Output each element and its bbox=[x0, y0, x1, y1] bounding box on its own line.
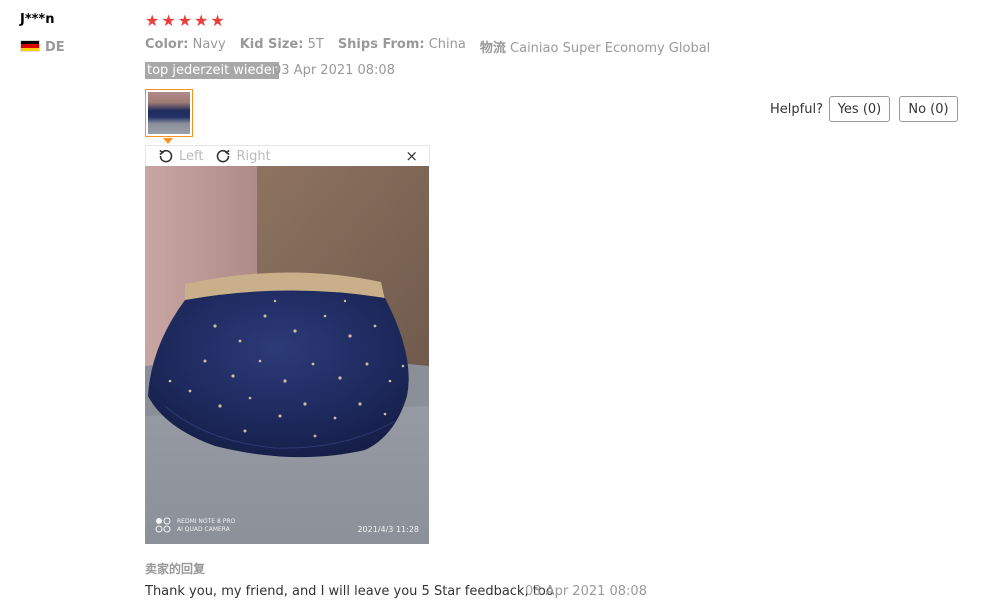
helpful-label: Helpful? bbox=[770, 102, 823, 117]
rotate-left-label: Left bbox=[179, 148, 204, 164]
star-icon: ★ bbox=[210, 11, 225, 30]
seller-reply-heading: 卖家的回复 bbox=[145, 562, 206, 576]
reviewer-name: J***n bbox=[20, 12, 55, 27]
seller-reply-date: 03 Apr 2021 08:08 bbox=[525, 584, 647, 599]
helpful-no-button[interactable]: No (0) bbox=[899, 96, 958, 122]
review-photo: REDMI NOTE 8 PRO AI QUAD CAMERA 2021/4/3… bbox=[145, 166, 429, 544]
star-icon: ★ bbox=[161, 11, 176, 30]
rotate-right-label: Right bbox=[236, 148, 271, 164]
helpful-yes-button[interactable]: Yes (0) bbox=[829, 96, 890, 122]
reviewer-country: DE bbox=[45, 40, 65, 55]
product-attributes: Color: Navy Kid Size: 5T Ships From: Chi… bbox=[145, 37, 710, 56]
star-icon: ★ bbox=[145, 11, 160, 30]
review-text: top jederzeit wieder bbox=[145, 62, 280, 79]
attr-logistics: 物流 Cainiao Super Economy Global bbox=[479, 41, 711, 56]
rotate-left-button[interactable]: Left bbox=[158, 148, 203, 164]
attr-ships-from: Ships From: China bbox=[337, 37, 466, 52]
rotate-left-icon bbox=[159, 149, 173, 163]
germany-flag-icon bbox=[20, 40, 40, 52]
review-photo-thumbnail[interactable] bbox=[145, 89, 193, 137]
photo-device-label: REDMI NOTE 8 PRO bbox=[177, 518, 236, 525]
attr-kid-size: Kid Size: 5T bbox=[239, 37, 324, 52]
thumbnail-pointer bbox=[163, 138, 173, 144]
close-icon[interactable]: × bbox=[405, 147, 418, 165]
rating-stars: ★ ★ ★ ★ ★ bbox=[145, 12, 225, 30]
star-icon: ★ bbox=[194, 11, 209, 30]
star-icon: ★ bbox=[177, 11, 193, 30]
review-date: 03 Apr 2021 08:08 bbox=[273, 63, 395, 78]
rotate-right-button[interactable]: Right bbox=[215, 148, 271, 164]
attr-color: Color: Navy bbox=[145, 37, 226, 52]
photo-camera-label: AI QUAD CAMERA bbox=[177, 526, 231, 533]
rotate-right-icon bbox=[217, 149, 231, 163]
seller-reply-text: Thank you, my friend, and I will leave y… bbox=[145, 584, 554, 599]
image-viewer-toolbar: Left Right × bbox=[145, 145, 430, 166]
photo-timestamp: 2021/4/3 11:28 bbox=[357, 525, 419, 534]
